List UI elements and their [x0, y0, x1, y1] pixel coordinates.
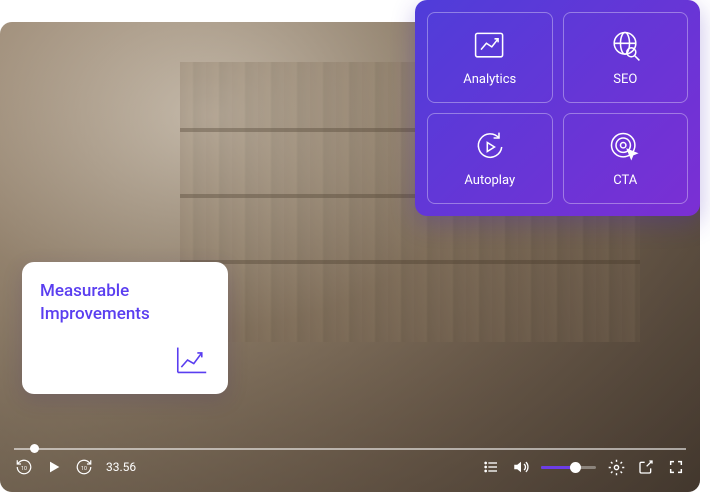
share-icon[interactable]: [636, 457, 656, 477]
current-time: 33.56: [106, 460, 136, 474]
feature-tile-autoplay[interactable]: Autoplay: [427, 113, 553, 204]
feature-label: Analytics: [463, 72, 516, 87]
cta-icon: [607, 129, 643, 165]
analytics-icon: [472, 28, 508, 64]
fullscreen-icon[interactable]: [666, 457, 686, 477]
chapters-icon[interactable]: [481, 457, 501, 477]
volume-icon[interactable]: [511, 457, 531, 477]
callout-card: Measurable Improvements: [22, 262, 228, 394]
feature-label: CTA: [613, 173, 637, 188]
feature-label: Autoplay: [464, 173, 515, 188]
volume-slider[interactable]: [541, 466, 596, 469]
autoplay-icon: [472, 129, 508, 165]
svg-text:10: 10: [21, 466, 27, 472]
feature-grid: Analytics SEO Autoplay CTA: [415, 0, 700, 216]
play-icon[interactable]: [44, 457, 64, 477]
settings-icon[interactable]: [606, 457, 626, 477]
player-controls: 10 10 33.56: [0, 442, 700, 492]
svg-text:10: 10: [81, 466, 87, 472]
feature-label: SEO: [613, 72, 637, 87]
forward-icon[interactable]: 10: [74, 457, 94, 477]
volume-handle[interactable]: [570, 462, 581, 473]
trend-up-icon: [174, 344, 210, 380]
feature-tile-cta[interactable]: CTA: [563, 113, 689, 204]
seo-icon: [607, 28, 643, 64]
callout-title: Measurable Improvements: [40, 280, 210, 326]
feature-tile-analytics[interactable]: Analytics: [427, 12, 553, 103]
rewind-icon[interactable]: 10: [14, 457, 34, 477]
feature-tile-seo[interactable]: SEO: [563, 12, 689, 103]
